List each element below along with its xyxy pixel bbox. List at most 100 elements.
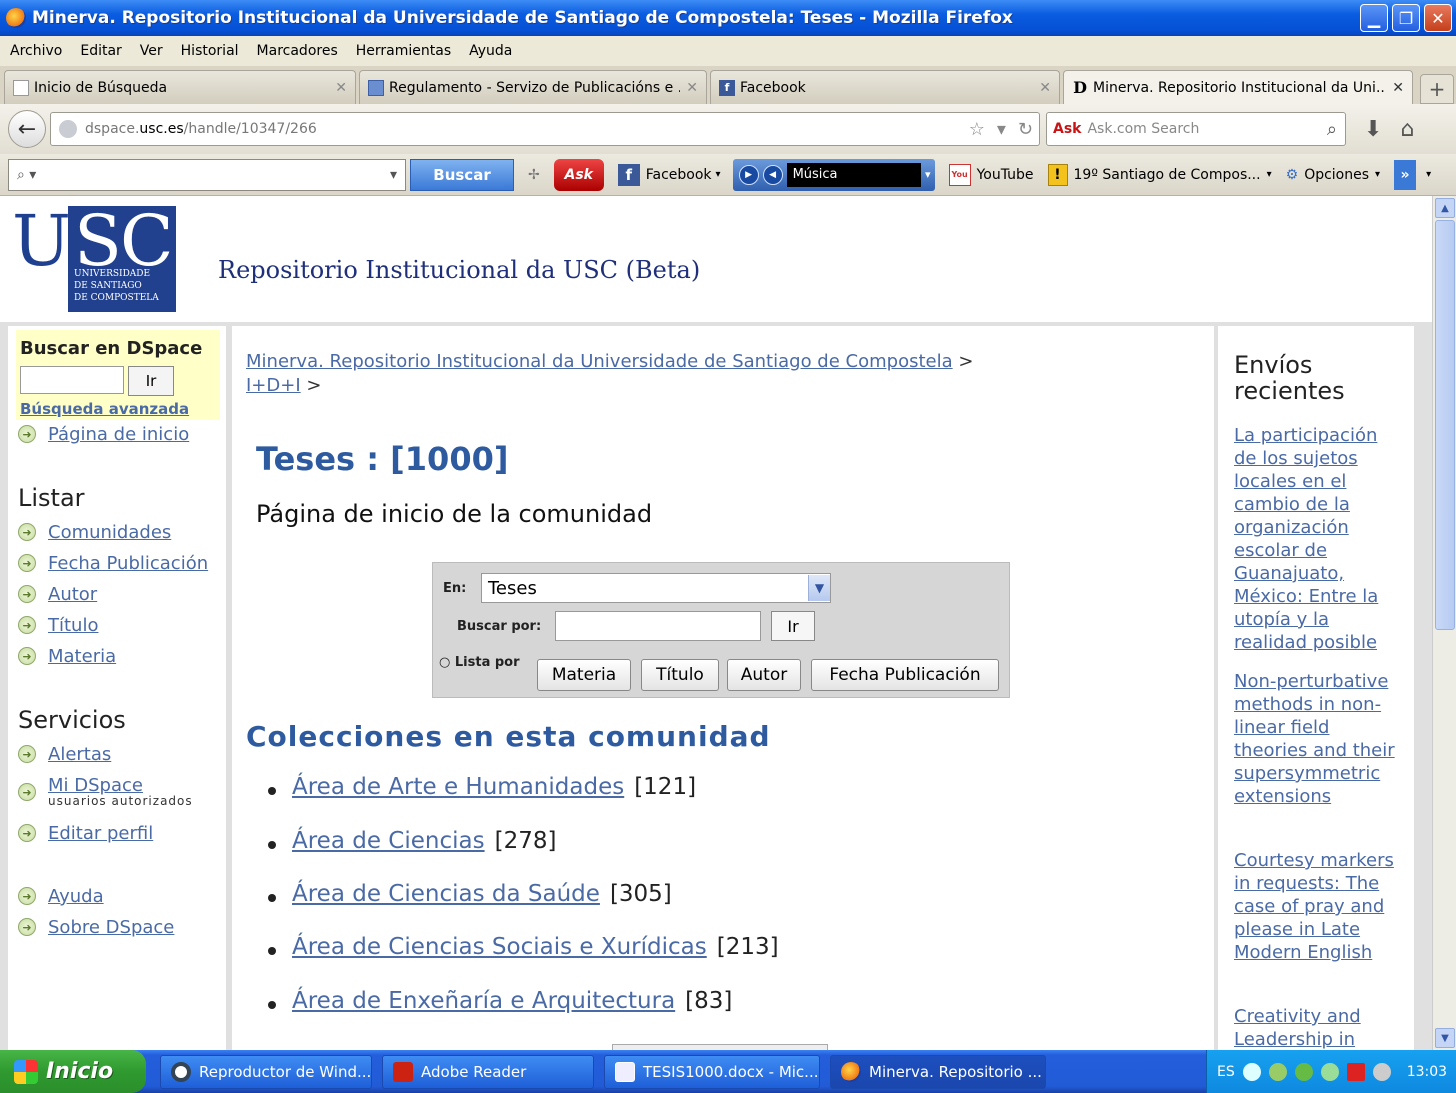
breadcrumb-root-link[interactable]: Minerva. Repositorio Institucional da Un…: [246, 351, 953, 372]
update-icon[interactable]: [1320, 1062, 1339, 1081]
download-icon[interactable]: ⬇: [1364, 117, 1382, 142]
maximize-button[interactable]: ❐: [1392, 4, 1420, 32]
taskbar-item-adobe-reader[interactable]: Adobe Reader: [382, 1054, 594, 1089]
search-engine-box[interactable]: Ask Ask.com Search ⌕: [1046, 112, 1346, 146]
volume-icon[interactable]: [1372, 1062, 1391, 1081]
sidebar-item-home[interactable]: ➜ Página de inicio: [18, 424, 189, 445]
sidebar-item-materia[interactable]: ➜ Materia: [18, 646, 116, 667]
magnifier-icon[interactable]: ⌕: [1327, 119, 1337, 140]
menu-ayuda[interactable]: Ayuda: [469, 43, 512, 59]
scope-select[interactable]: Teses ▼: [481, 573, 831, 603]
network-icon[interactable]: [1268, 1062, 1287, 1081]
browse-titulo-button[interactable]: Título: [641, 659, 719, 691]
sidebar-go-button[interactable]: Ir: [128, 366, 174, 396]
arrow-circle-icon: ➜: [18, 783, 36, 801]
clock: 13:03: [1406, 1063, 1448, 1080]
sidebar-item-titulo[interactable]: ➜ Título: [18, 615, 98, 636]
close-tab-icon[interactable]: ✕: [686, 80, 698, 96]
antivirus-icon[interactable]: [1346, 1062, 1365, 1081]
browse-materia-button[interactable]: Materia: [537, 659, 631, 691]
taskbar-item-firefox[interactable]: Minerva. Repositorio ...: [830, 1054, 1046, 1089]
collection-link[interactable]: Área de Ciencias: [292, 828, 485, 854]
new-tab-button[interactable]: +: [1420, 74, 1454, 104]
sidebar-item-ayuda[interactable]: ➜ Ayuda: [18, 886, 104, 907]
tray-arrow-icon[interactable]: [1242, 1062, 1261, 1081]
minimize-button[interactable]: ▁: [1360, 4, 1388, 32]
window-title: Minerva. Repositorio Institucional da Un…: [32, 8, 1013, 28]
tab-minerva[interactable]: D Minerva. Repositorio Institucional da …: [1063, 70, 1413, 104]
home-icon[interactable]: ⌂: [1400, 117, 1414, 142]
sidebar-search-input[interactable]: [20, 366, 124, 394]
collection-link[interactable]: Área de Ciencias Sociais e Xurídicas: [292, 934, 707, 960]
tab-inicio-busqueda[interactable]: Inicio de Búsqueda ✕: [4, 70, 356, 104]
community-go-button[interactable]: Ir: [771, 611, 815, 641]
menu-ver[interactable]: Ver: [140, 43, 163, 59]
recent-item-link[interactable]: Courtesy markers in requests: The case o…: [1234, 849, 1404, 964]
sidebar-item-autor[interactable]: ➜ Autor: [18, 584, 97, 605]
volume-icon[interactable]: ◀: [762, 164, 783, 185]
overflow-chevron-icon[interactable]: »: [1394, 159, 1417, 190]
search-placeholder: Ask.com Search: [1087, 121, 1200, 137]
advanced-search-link[interactable]: Búsqueda avanzada: [20, 400, 189, 418]
music-player[interactable]: ▶ ◀ Música ▾: [732, 158, 935, 191]
options-button[interactable]: ⚙ Opciones ▾: [1286, 167, 1380, 183]
browse-autor-button[interactable]: Autor: [727, 659, 801, 691]
vertical-scrollbar[interactable]: ▲ ▼: [1432, 196, 1456, 1050]
close-window-button[interactable]: ✕: [1424, 4, 1452, 32]
menu-editar[interactable]: Editar: [80, 43, 121, 59]
recent-item-link[interactable]: Non-perturbative methods in non-linear f…: [1234, 670, 1404, 808]
address-bar[interactable]: dspace.usc.es/handle/10347/266 ☆ ▾ ↻: [50, 112, 1040, 146]
collection-link[interactable]: Área de Enxeñaría e Arquitectura: [292, 988, 675, 1014]
recent-item-link[interactable]: La participación de los sujetos locales …: [1234, 424, 1404, 654]
scroll-down-icon[interactable]: ▼: [1435, 1028, 1455, 1048]
collection-link[interactable]: Área de Ciencias da Saúde: [292, 881, 600, 907]
chevron-down-icon[interactable]: ▼: [808, 575, 830, 601]
dropdown-icon[interactable]: ▾: [925, 168, 931, 181]
dropdown-icon[interactable]: ▾: [1426, 169, 1431, 180]
browse-fecha-button[interactable]: Fecha Publicación: [811, 659, 999, 691]
security-icon[interactable]: [1294, 1062, 1313, 1081]
scroll-up-icon[interactable]: ▲: [1435, 198, 1455, 218]
play-icon[interactable]: ▶: [738, 164, 759, 185]
taskbar: Inicio Reproductor de Wind... Adobe Read…: [0, 1050, 1456, 1093]
usc-logo[interactable]: U SC UNIVERSIDADE DE SANTIAGO DE COMPOST…: [12, 200, 178, 312]
weather-button[interactable]: ! 19º Santiago de Compos... ▾: [1047, 163, 1272, 186]
collection-link[interactable]: Área de Arte e Humanidades: [292, 774, 624, 800]
sidebar-item-comunidades[interactable]: ➜ Comunidades: [18, 522, 171, 543]
tab-facebook[interactable]: f Facebook ✕: [710, 70, 1060, 104]
sidebar-item-sobre-dspace[interactable]: ➜ Sobre DSpace: [18, 917, 174, 938]
taskbar-item-word[interactable]: TESIS1000.docx - Mic...: [604, 1054, 820, 1089]
history-dropdown-icon[interactable]: ▾: [997, 119, 1006, 140]
facebook-toolbar-button[interactable]: f Facebook ▾: [617, 163, 721, 186]
recent-item-link[interactable]: Creativity and Leadership in: [1234, 1005, 1404, 1050]
breadcrumb-idi-link[interactable]: I+D+I: [246, 375, 301, 396]
menu-marcadores[interactable]: Marcadores: [257, 43, 338, 59]
close-tab-icon[interactable]: ✕: [1392, 80, 1404, 96]
dropdown-icon[interactable]: ▾: [390, 167, 397, 183]
start-button[interactable]: Inicio: [0, 1050, 146, 1093]
reload-icon[interactable]: ↻: [1018, 119, 1033, 140]
menu-historial[interactable]: Historial: [181, 43, 239, 59]
ask-button[interactable]: Ask: [553, 158, 604, 191]
sidebar-item-alertas[interactable]: ➜ Alertas: [18, 744, 111, 765]
media-player-icon: [171, 1061, 191, 1082]
language-indicator[interactable]: ES: [1217, 1064, 1235, 1080]
menu-archivo[interactable]: Archivo: [10, 43, 62, 59]
taskbar-item-media-player[interactable]: Reproductor de Wind...: [160, 1054, 372, 1089]
menu-herramientas[interactable]: Herramientas: [356, 43, 451, 59]
community-search-input[interactable]: [555, 611, 761, 641]
sidebar-item-mi-dspace[interactable]: ➜ Mi DSpace usuarios autorizados: [18, 775, 193, 808]
toolbar-search-input[interactable]: ⌕ ▾ ▾: [8, 158, 406, 191]
arrow-circle-icon: ➜: [18, 585, 36, 603]
sidebar-item-editar-perfil[interactable]: ➜ Editar perfil: [18, 823, 153, 844]
back-button[interactable]: ←: [8, 110, 46, 148]
buscar-button[interactable]: Buscar: [410, 158, 514, 191]
close-tab-icon[interactable]: ✕: [335, 80, 347, 96]
youtube-button[interactable]: You YouTube: [948, 163, 1034, 186]
close-tab-icon[interactable]: ✕: [1039, 80, 1051, 96]
sidebar-item-fecha[interactable]: ➜ Fecha Publicación: [18, 553, 208, 574]
scroll-thumb[interactable]: [1435, 220, 1455, 630]
window-titlebar: Minerva. Repositorio Institucional da Un…: [0, 0, 1456, 36]
bookmark-star-icon[interactable]: ☆: [969, 119, 985, 140]
tab-regulamento[interactable]: Regulamento - Servizo de Publicacións e …: [359, 70, 707, 104]
